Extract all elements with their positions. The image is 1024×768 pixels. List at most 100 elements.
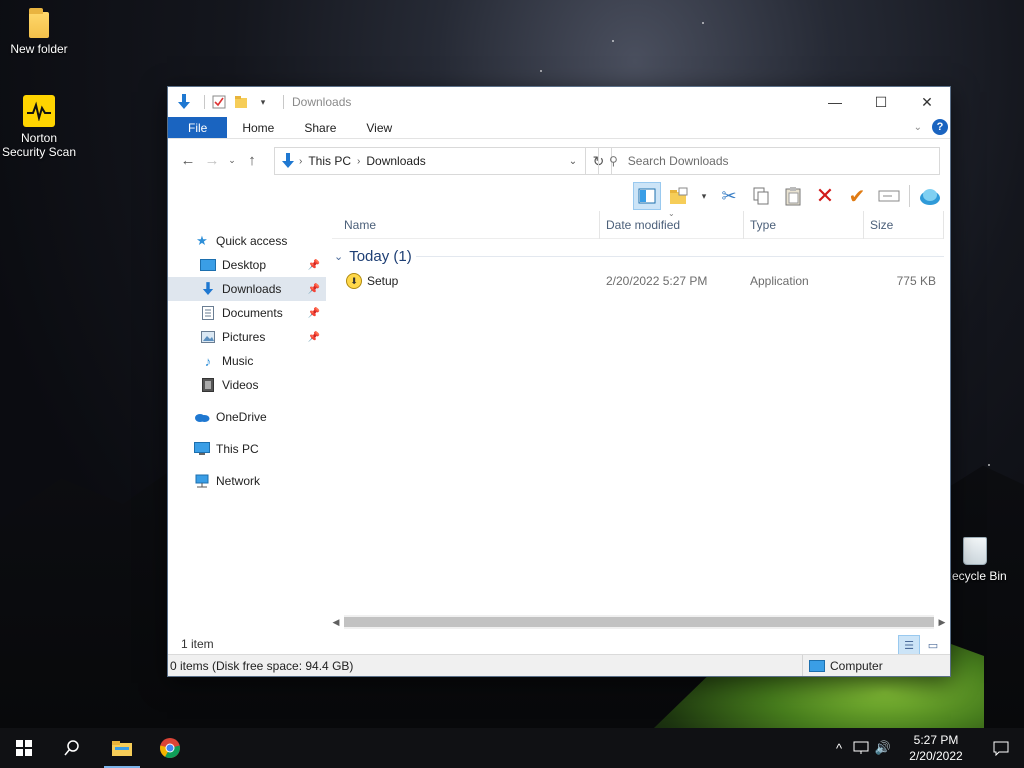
windows-logo-icon <box>16 740 32 756</box>
group-label: Today (1) <box>349 247 412 265</box>
nav-music[interactable]: ♪ Music <box>168 349 326 373</box>
scroll-left-icon[interactable]: ◀ <box>328 614 344 630</box>
paste-icon[interactable] <box>779 182 807 210</box>
recycle-bin-icon <box>963 537 987 565</box>
taskbar-file-explorer[interactable] <box>98 728 146 768</box>
nav-label: Desktop <box>222 258 267 272</box>
horizontal-scrollbar[interactable]: ◀ ▶ <box>328 614 950 630</box>
file-type: Application <box>750 274 809 288</box>
search-button[interactable] <box>48 728 96 768</box>
customize-qat-icon[interactable]: ▾ <box>255 94 271 110</box>
network-status-icon[interactable] <box>850 741 872 755</box>
column-header-name[interactable]: Name <box>338 211 600 239</box>
scroll-right-icon[interactable]: ▶ <box>934 614 950 630</box>
nav-desktop[interactable]: Desktop 📌 <box>168 253 326 277</box>
address-bar[interactable]: › This PC › Downloads ⌄ <box>274 147 586 175</box>
nav-downloads[interactable]: Downloads 📌 <box>168 277 326 301</box>
close-button[interactable]: ✕ <box>904 87 950 117</box>
new-folder-icon[interactable] <box>665 182 693 210</box>
maximize-button[interactable]: ☐ <box>858 87 904 117</box>
pin-icon[interactable]: 📌 <box>308 260 320 271</box>
cloud-icon <box>194 409 210 425</box>
new-folder-dropdown-icon[interactable]: ▾ <box>697 182 711 210</box>
file-name: Setup <box>367 274 399 288</box>
tab-file[interactable]: File <box>168 117 228 138</box>
nav-this-pc[interactable]: This PC <box>168 437 326 461</box>
nav-label: Network <box>216 474 261 488</box>
tab-view[interactable]: View <box>351 117 407 138</box>
expand-ribbon-icon[interactable]: ⌄ <box>914 122 922 133</box>
star-icon: ★ <box>196 233 208 248</box>
nav-onedrive[interactable]: OneDrive <box>168 405 326 429</box>
clock-time: 5:27 PM <box>913 733 959 747</box>
delete-icon[interactable]: ✕ <box>811 182 839 210</box>
file-row[interactable]: ⬇ Setup 2/20/2022 5:27 PM Application 77… <box>332 270 944 292</box>
breadcrumb-downloads[interactable]: Downloads <box>366 154 425 168</box>
address-dropdown-icon[interactable]: ⌄ <box>561 148 585 174</box>
pin-icon[interactable]: 📌 <box>308 284 320 295</box>
download-arrow-icon <box>176 94 192 110</box>
star <box>540 70 542 72</box>
details-view-icon[interactable]: ☰ <box>898 635 920 655</box>
breadcrumb-arrow-icon[interactable]: › <box>299 156 302 167</box>
taskbar-chrome[interactable] <box>146 728 194 768</box>
start-button[interactable] <box>0 728 48 768</box>
notifications-icon[interactable] <box>978 728 1024 768</box>
properties-icon[interactable] <box>211 94 227 110</box>
nav-label: Downloads <box>222 282 282 296</box>
pin-icon[interactable]: 📌 <box>308 308 320 319</box>
minimize-button[interactable]: — <box>812 87 858 117</box>
desktop-icon-norton[interactable]: Norton Security Scan <box>1 95 77 159</box>
back-button[interactable]: ← <box>176 148 200 172</box>
column-header-type[interactable]: Type <box>744 211 864 239</box>
disk-space-text: 0 items (Disk free space: 94.4 GB) <box>170 658 354 673</box>
location-label: Computer <box>830 658 883 673</box>
taskbar: ^ 🔊 5:27 PM 2/20/2022 <box>0 728 1024 768</box>
sort-indicator-icon: ⌄ <box>668 209 675 218</box>
window-title: Downloads <box>292 95 352 109</box>
nav-pictures[interactable]: Pictures 📌 <box>168 325 326 349</box>
rename-icon[interactable] <box>875 182 903 210</box>
copy-icon[interactable] <box>747 182 775 210</box>
pin-icon[interactable]: 📌 <box>308 332 320 343</box>
scroll-track[interactable] <box>344 615 934 629</box>
scroll-thumb[interactable] <box>344 617 934 627</box>
installer-icon: ⬇ <box>346 273 362 289</box>
chevron-up-icon[interactable]: ^ <box>828 741 850 756</box>
clock[interactable]: 5:27 PM 2/20/2022 <box>894 732 978 764</box>
up-button[interactable]: ↑ <box>240 148 264 172</box>
desktop-icon-label: New folder <box>10 42 68 56</box>
globe-icon[interactable] <box>916 182 944 210</box>
tab-share[interactable]: Share <box>289 117 351 138</box>
chevron-down-icon[interactable]: ⌄ <box>334 250 343 263</box>
help-icon[interactable]: ? <box>932 119 948 135</box>
search-icon <box>64 740 79 756</box>
breadcrumb-this-pc[interactable]: This PC <box>308 154 351 168</box>
column-header-size[interactable]: Size <box>864 211 944 239</box>
nav-videos[interactable]: Videos <box>168 373 326 397</box>
breadcrumb-arrow-icon[interactable]: › <box>357 156 360 167</box>
cut-icon[interactable]: ✂ <box>715 182 743 210</box>
nav-quick-access[interactable]: ★ Quick access <box>168 229 326 253</box>
details-bar: 0 items (Disk free space: 94.4 GB) Compu… <box>168 654 950 676</box>
navigation-bar: ← → ⌄ ↑ › This PC › Downloads ⌄ ↻ ⚲ Sear… <box>168 139 950 181</box>
nav-network[interactable]: Network <box>168 469 326 493</box>
volume-icon[interactable]: 🔊 <box>872 740 894 756</box>
computer-icon <box>809 659 825 672</box>
nav-documents[interactable]: Documents 📌 <box>168 301 326 325</box>
tab-home[interactable]: Home <box>227 117 289 138</box>
star <box>702 22 704 24</box>
command-toolbar: ▾ ✂ ✕ ✔ <box>168 181 950 211</box>
videos-icon <box>200 377 216 393</box>
new-folder-icon[interactable] <box>233 94 249 110</box>
search-input[interactable]: ⚲ Search Downloads <box>598 147 940 175</box>
desktop-icon-new-folder[interactable]: New folder <box>1 8 77 56</box>
desktop-folder-icon <box>200 257 216 273</box>
checkmark-icon[interactable]: ✔ <box>843 182 871 210</box>
recent-locations-button[interactable]: ⌄ <box>224 148 240 172</box>
preview-pane-icon[interactable] <box>633 182 661 210</box>
toolbar-separator <box>909 185 910 207</box>
nav-label: OneDrive <box>216 410 267 424</box>
large-icons-view-icon[interactable]: ▭ <box>922 635 944 655</box>
forward-button[interactable]: → <box>200 148 224 172</box>
